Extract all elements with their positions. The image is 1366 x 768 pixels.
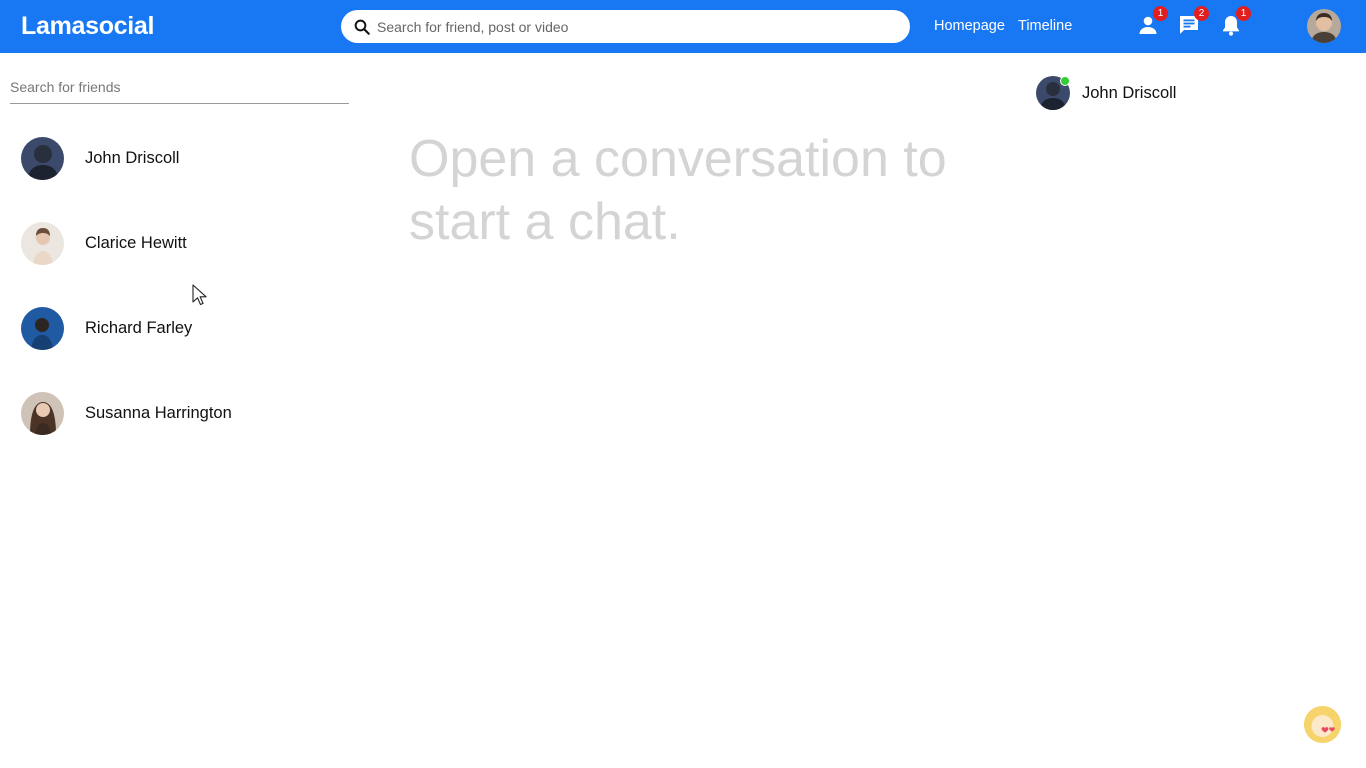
no-conversation-text: Open a conversation to start a chat. (409, 130, 947, 251)
topbar-search-input[interactable] (377, 18, 877, 35)
conversation-name: Susanna Harrington (85, 403, 232, 422)
friend-search-input[interactable] (10, 71, 349, 104)
avatar (21, 391, 64, 435)
topbar-search-bar[interactable] (341, 10, 910, 43)
emoji-sticker-icon[interactable] (1304, 706, 1341, 743)
friend-requests-button[interactable]: 1 (1136, 6, 1168, 37)
notifications-button[interactable]: 1 (1219, 6, 1251, 37)
homepage-link[interactable]: Homepage (934, 18, 1005, 34)
conversation-item[interactable]: John Driscoll (21, 135, 341, 181)
chat-menu: John Driscoll Clarice Hewitt Richard Far… (0, 53, 360, 768)
online-status-dot (1060, 76, 1070, 86)
conversation-item[interactable]: Clarice Hewitt (21, 220, 341, 266)
profile-avatar[interactable] (1307, 9, 1341, 43)
conversation-name: Clarice Hewitt (85, 233, 187, 252)
friend-requests-badge: 1 (1153, 6, 1168, 21)
timeline-link[interactable]: Timeline (1018, 18, 1072, 34)
notifications-badge: 1 (1236, 6, 1251, 21)
online-friend[interactable]: John Driscoll (1036, 76, 1176, 110)
conversation-name: Richard Farley (85, 318, 193, 337)
avatar (21, 306, 64, 350)
logo[interactable]: Lamasocial (21, 12, 154, 41)
conversation-item[interactable]: Susanna Harrington (21, 390, 341, 436)
profile-photo (1307, 9, 1341, 43)
avatar (21, 221, 64, 265)
messages-button[interactable]: 2 (1177, 6, 1209, 37)
conversation-item[interactable]: Richard Farley (21, 305, 341, 351)
topbar: Lamasocial Homepage Timeline 1 2 1 (0, 0, 1366, 53)
messages-badge: 2 (1194, 6, 1209, 21)
online-friend-name: John Driscoll (1082, 83, 1177, 102)
search-icon (354, 19, 370, 35)
avatar (21, 136, 64, 180)
mouse-cursor-icon (192, 284, 207, 306)
conversation-name: John Driscoll (85, 148, 180, 167)
